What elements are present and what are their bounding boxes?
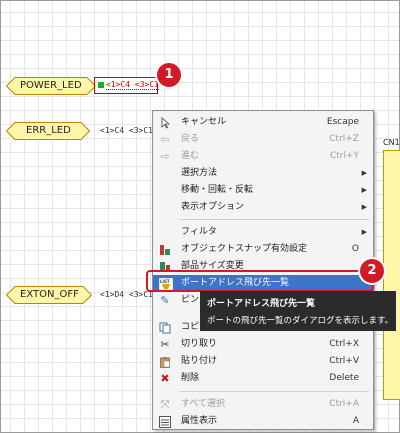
menu-item-select-all[interactable]: ⤧ すべて選択 Ctrl+A [153, 396, 373, 413]
annotation-badge-2: 2 [360, 259, 384, 283]
component-ref: CN1 [383, 138, 400, 147]
tooltip: ポートアドレス飛び先一覧 ポートの飛び先一覧のダイアログを表示します。 [200, 291, 396, 331]
menu-item-label: 貼り付け [181, 356, 218, 366]
select-all-icon: ⤧ [160, 398, 170, 411]
menu-item-redo[interactable]: ⇨ 進む Ctrl+Y [153, 148, 373, 165]
menu-item-shortcut: Delete [329, 373, 359, 383]
menu-item-delete[interactable]: ✖ 削除 Delete [153, 370, 373, 387]
menu-item-selection-method[interactable]: 選択方法 ▶ [153, 165, 373, 182]
annotation-badge-1: 1 [157, 63, 181, 87]
scissors-icon: ✂ [160, 338, 170, 351]
pin-label-text: <1>D4 <3>C1 [100, 290, 153, 299]
menu-item-label: 移動・回転・反転 [181, 185, 254, 195]
port-exton-off[interactable]: EXTON_OFF [6, 286, 92, 304]
menu-item-shortcut: Ctrl+A [329, 399, 359, 409]
pin-icon: ✎ [160, 294, 170, 307]
menu-item-paste[interactable]: 貼り付け Ctrl+V [153, 353, 373, 370]
menu-item-label: 属性表示 [181, 416, 218, 426]
tooltip-title: ポートアドレス飛び先一覧 [207, 299, 316, 309]
menu-item-label: ピン [181, 295, 200, 305]
menu-item-shortcut: Ctrl+V [329, 356, 359, 366]
menu-item-object-snap[interactable]: オブジェクトスナップ有効設定 O [153, 241, 373, 258]
menu-item-label: 切り取り [181, 339, 218, 349]
menu-item-display-options[interactable]: 表示オプション ▶ [153, 199, 373, 216]
paste-icon [159, 356, 171, 368]
component-body[interactable] [383, 150, 400, 400]
port-err-led[interactable]: ERR_LED [6, 122, 90, 140]
submenu-arrow-icon: ▶ [361, 228, 367, 236]
port-label: POWER_LED [20, 80, 82, 91]
menu-item-cancel[interactable]: キャンセル Escape [153, 114, 373, 131]
highlight-annotation-box [146, 270, 374, 292]
menu-item-shortcut: Escape [326, 117, 359, 127]
delete-x-icon: ✖ [160, 372, 170, 385]
menu-item-label: 戻る [181, 134, 200, 144]
object-snap-icon [159, 244, 171, 256]
menu-item-properties[interactable]: 属性表示 A [153, 413, 373, 430]
menu-item-label: キャンセル [181, 117, 227, 127]
menu-item-shortcut: A [352, 416, 359, 426]
menu-item-shortcut: Ctrl+X [329, 339, 359, 349]
tooltip-description: ポートの飛び先一覧のダイアログを表示します。 [207, 316, 394, 326]
menu-item-label: すべて選択 [181, 399, 226, 409]
menu-item-filter[interactable]: フィルタ ▶ [153, 224, 373, 241]
menu-separator [179, 391, 369, 392]
port-label: ERR_LED [26, 125, 71, 136]
redo-arrow-icon: ⇨ [160, 150, 170, 163]
menu-item-shortcut: O [351, 244, 359, 254]
pin-marker-icon [98, 82, 104, 88]
menu-item-shortcut: Ctrl+Y [329, 151, 359, 161]
menu-item-shortcut: Ctrl+Z [329, 134, 359, 144]
copy-icon [159, 322, 171, 334]
submenu-arrow-icon: ▶ [361, 169, 367, 177]
pin-label-text: <1>C4 <3>C1 [106, 80, 159, 90]
properties-icon [159, 416, 171, 428]
selected-pin-label[interactable]: <1>C4 <3>C1 [94, 77, 159, 94]
menu-separator [179, 219, 369, 220]
menu-item-label: 進む [181, 151, 200, 161]
undo-arrow-icon: ⇦ [160, 133, 170, 146]
menu-item-label: フィルタ [181, 227, 217, 237]
submenu-arrow-icon: ▶ [361, 186, 367, 194]
submenu-arrow-icon: ▶ [361, 203, 367, 211]
menu-item-label: 選択方法 [181, 168, 218, 178]
pointer-icon [159, 117, 171, 129]
menu-item-undo[interactable]: ⇦ 戻る Ctrl+Z [153, 131, 373, 148]
port-label: EXTON_OFF [20, 289, 79, 300]
port-power-led[interactable]: POWER_LED [6, 77, 96, 95]
menu-item-cut[interactable]: ✂ 切り取り Ctrl+X [153, 336, 373, 353]
menu-item-label: 削除 [181, 373, 200, 383]
menu-item-label: 表示オプション [181, 202, 245, 212]
pin-label-text: <1>C4 <3>C1 [100, 126, 153, 135]
menu-item-label: オブジェクトスナップ有効設定 [181, 244, 308, 254]
menu-item-move-rotate-flip[interactable]: 移動・回転・反転 ▶ [153, 182, 373, 199]
